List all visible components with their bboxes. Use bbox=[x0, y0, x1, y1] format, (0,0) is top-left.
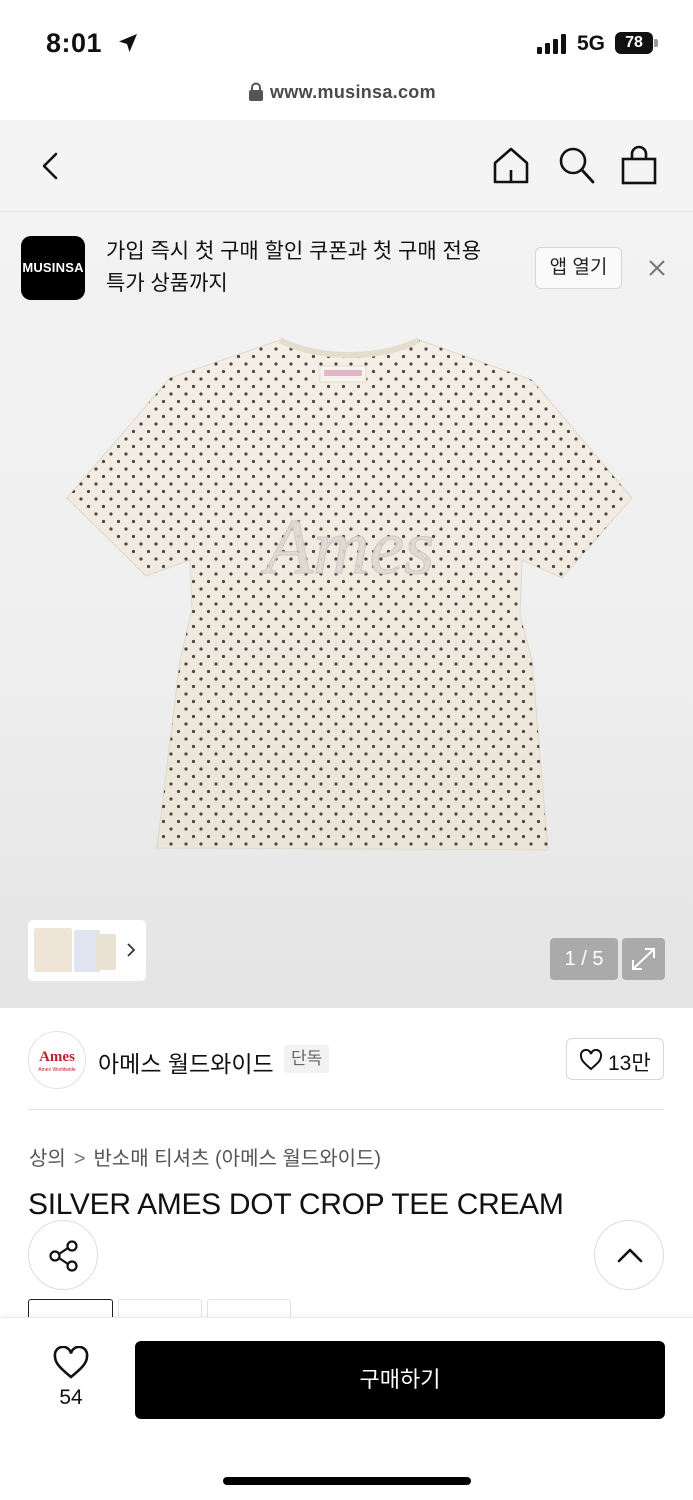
promo-message: 가입 즉시 첫 구매 할인 쿠폰과 첫 구매 전용 특가 상품까지 bbox=[106, 236, 516, 300]
breadcrumb-subcategory[interactable]: 반소매 티셔츠 (아메스 월드와이드) bbox=[94, 1148, 382, 1170]
heart-icon bbox=[579, 1049, 603, 1071]
brand-like-button[interactable]: 13만 bbox=[566, 1038, 664, 1080]
share-button[interactable] bbox=[28, 1220, 98, 1290]
network-type: 5G bbox=[577, 32, 606, 55]
thumbnail-strip[interactable] bbox=[28, 920, 146, 981]
thumbnail-1[interactable] bbox=[34, 928, 72, 972]
brand-logo-subtext: Ames Worldwide bbox=[38, 1067, 76, 1073]
shopping-bag-icon[interactable] bbox=[619, 144, 659, 186]
buy-button[interactable]: 구매하기 bbox=[135, 1341, 665, 1419]
breadcrumb-category[interactable]: 상의 bbox=[29, 1148, 66, 1170]
breadcrumb-separator-icon: > bbox=[73, 1148, 86, 1170]
heart-icon bbox=[53, 1346, 89, 1379]
lock-icon bbox=[249, 82, 263, 101]
musinsa-logo: MUSINSA bbox=[21, 236, 85, 300]
chevron-right-icon[interactable] bbox=[124, 940, 138, 960]
expand-icon[interactable] bbox=[622, 938, 665, 980]
product-image[interactable]: Ames bbox=[62, 330, 637, 860]
status-bar: 8:01 5G 78 bbox=[0, 0, 693, 74]
close-icon[interactable] bbox=[645, 256, 669, 280]
image-counter: 1 / 5 bbox=[550, 938, 618, 980]
exclusive-badge: 단독 bbox=[284, 1045, 330, 1073]
top-navigation bbox=[0, 120, 693, 212]
product-title: SILVER AMES DOT CROP TEE CREAM bbox=[28, 1188, 564, 1221]
breadcrumb: 상의 > 반소매 티셔츠 (아메스 월드와이드) bbox=[29, 1142, 381, 1171]
brand-name[interactable]: 아메스 월드와이드 bbox=[98, 1045, 274, 1079]
brand-row: Ames Ames Worldwide 아메스 월드와이드 단독 13만 bbox=[0, 1008, 693, 1110]
home-icon[interactable] bbox=[490, 144, 532, 186]
battery-icon: 78 bbox=[615, 32, 659, 56]
thumbnail-3[interactable] bbox=[96, 934, 116, 970]
product-gallery[interactable]: MUSINSA 가입 즉시 첫 구매 할인 쿠폰과 첫 구매 전용 특가 상품까… bbox=[0, 212, 693, 1008]
bottom-action-bar: 54 구매하기 bbox=[0, 1317, 693, 1500]
location-arrow-icon bbox=[119, 34, 137, 52]
url-bar[interactable]: www.musinsa.com bbox=[0, 74, 693, 120]
brand-logo-text: Ames bbox=[39, 1049, 75, 1065]
search-icon[interactable] bbox=[556, 144, 596, 186]
promo-message-line-2: 특가 상품까지 bbox=[106, 272, 228, 295]
brand-like-count: 13만 bbox=[608, 1052, 651, 1075]
share-icon bbox=[49, 1240, 78, 1272]
scroll-top-button[interactable] bbox=[594, 1220, 664, 1290]
url-text[interactable]: www.musinsa.com bbox=[270, 82, 436, 103]
brand-logo[interactable]: Ames Ames Worldwide bbox=[28, 1031, 86, 1089]
back-icon[interactable] bbox=[34, 146, 68, 186]
battery-tip bbox=[654, 39, 658, 47]
battery-level: 78 bbox=[615, 32, 653, 54]
option-tab-3[interactable] bbox=[207, 1299, 291, 1319]
open-app-button[interactable]: 앱 열기 bbox=[535, 247, 622, 289]
status-time: 8:01 bbox=[46, 28, 103, 58]
home-indicator bbox=[223, 1477, 471, 1485]
signal-icon bbox=[537, 34, 566, 54]
wishlist-button[interactable]: 54 bbox=[40, 1344, 102, 1418]
option-tab-1[interactable] bbox=[28, 1299, 113, 1319]
wishlist-count: 54 bbox=[59, 1386, 83, 1409]
promo-message-line-1: 가입 즉시 첫 구매 할인 쿠폰과 첫 구매 전용 bbox=[106, 240, 482, 263]
option-tab-2[interactable] bbox=[118, 1299, 202, 1319]
divider bbox=[28, 1109, 664, 1110]
chevron-up-icon bbox=[617, 1248, 643, 1263]
app-promo-banner: MUSINSA 가입 즉시 첫 구매 할인 쿠폰과 첫 구매 전용 특가 상품까… bbox=[0, 212, 693, 322]
product-print-text: Ames bbox=[261, 503, 435, 590]
